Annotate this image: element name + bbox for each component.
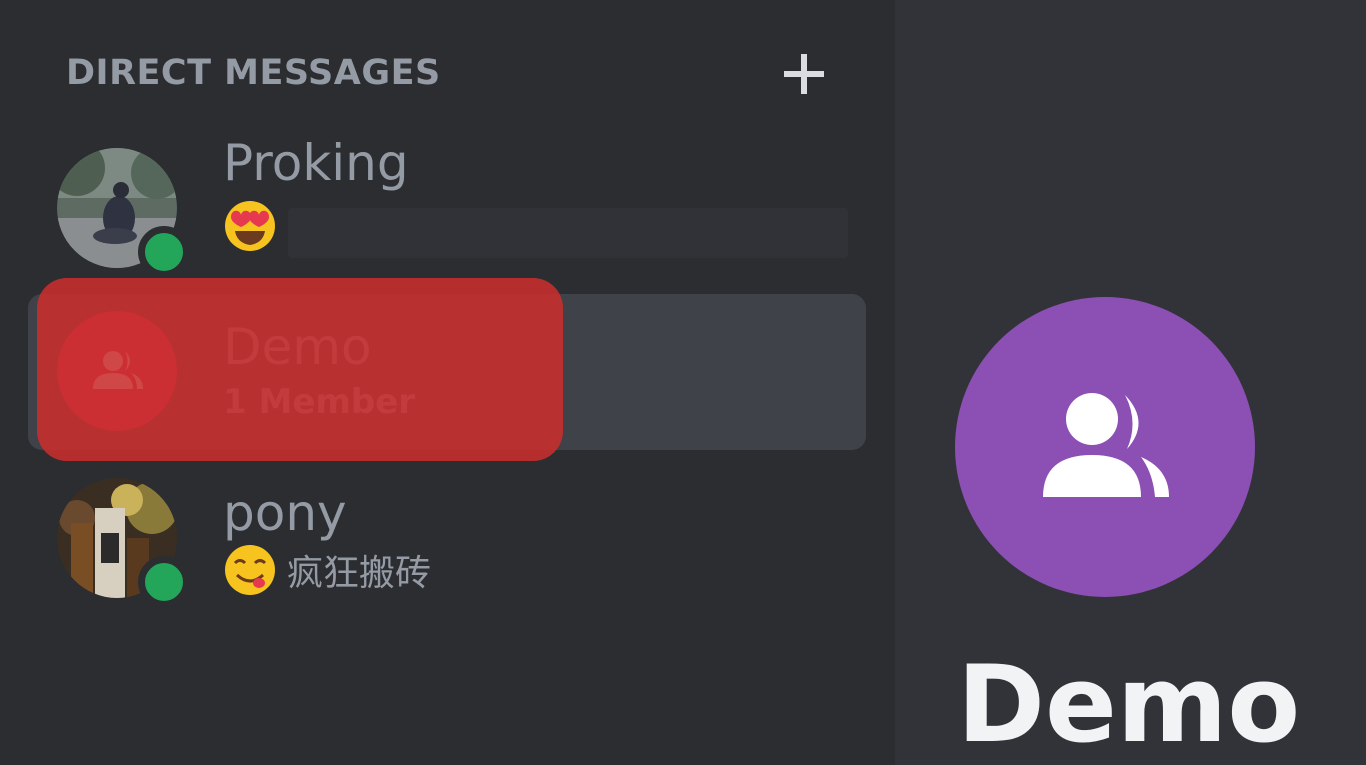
- dm-name: Demo: [223, 318, 372, 376]
- group-icon: [1043, 393, 1169, 497]
- dm-name: pony: [223, 484, 347, 542]
- dm-sidebar: DIRECT MESSAGES Proking Demo 1 Member po…: [0, 0, 895, 765]
- status-text-redacted: [288, 208, 848, 258]
- main-panel: Demo: [895, 0, 1366, 765]
- group-avatar-large: [955, 297, 1255, 597]
- create-dm-button[interactable]: [782, 52, 826, 96]
- dm-name: Proking: [223, 134, 409, 192]
- dm-header: DIRECT MESSAGES: [66, 50, 826, 96]
- group-avatar: [57, 311, 177, 431]
- dm-header-title: DIRECT MESSAGES: [66, 53, 441, 93]
- dm-status-text: 疯狂搬砖: [287, 553, 432, 594]
- dm-item-proking[interactable]: Proking: [28, 128, 866, 284]
- dm-status: [223, 198, 287, 254]
- status-online-dot: [138, 556, 190, 608]
- dm-member-count: 1 Member: [223, 382, 415, 422]
- group-name-title: Demo: [957, 643, 1301, 765]
- yum-emoji-icon: [225, 545, 275, 595]
- dm-item-demo[interactable]: Demo 1 Member: [28, 294, 866, 450]
- plus-icon: [784, 54, 824, 94]
- dm-item-pony[interactable]: pony 疯狂搬砖: [28, 462, 866, 618]
- heart-eyes-emoji-icon: [225, 201, 275, 251]
- discord-app: DIRECT MESSAGES Proking Demo 1 Member po…: [0, 0, 1366, 765]
- status-online-dot: [138, 226, 190, 278]
- dm-status: 疯狂搬砖: [223, 542, 431, 598]
